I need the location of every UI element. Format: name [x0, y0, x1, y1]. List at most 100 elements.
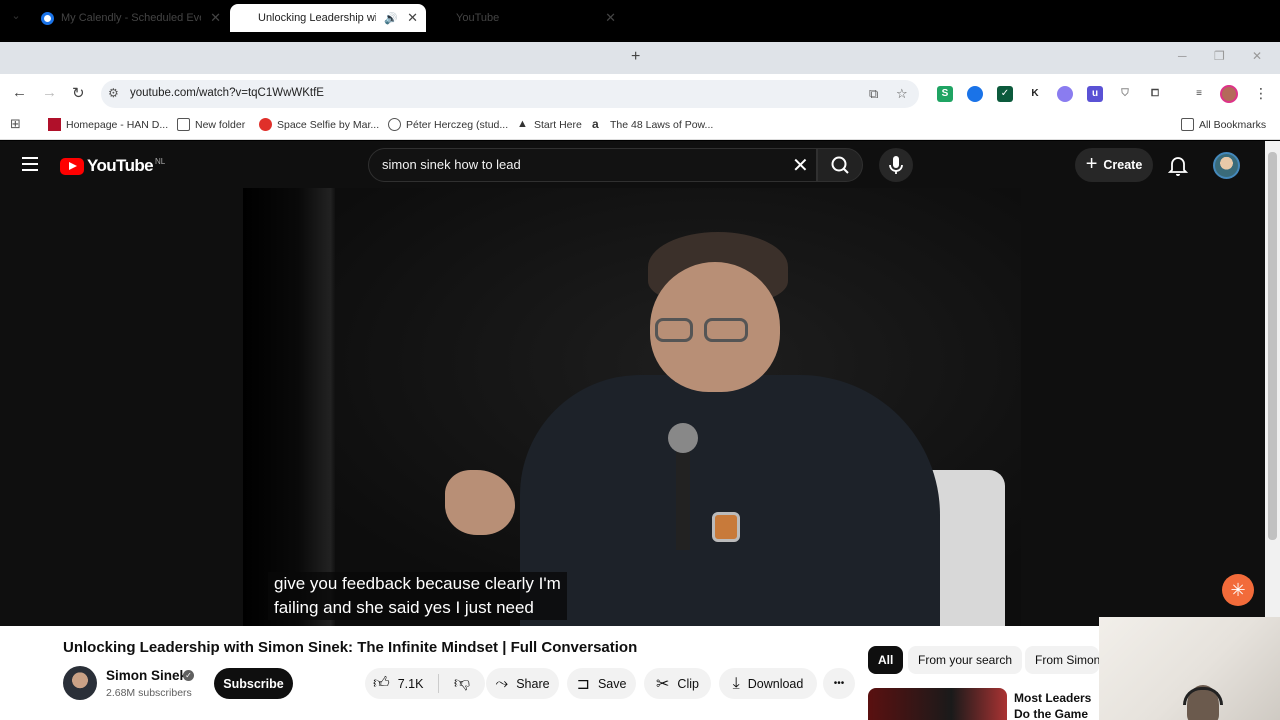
recommended-thumbnail[interactable] [868, 688, 1007, 720]
video-glasses [655, 318, 693, 342]
bookmark-folder[interactable]: New folder [177, 118, 245, 131]
bell-icon [1167, 157, 1189, 176]
bookmark-label: The 48 Laws of Pow... [610, 118, 714, 131]
filter-chip-from-simon[interactable]: From Simon [1025, 646, 1099, 674]
search-icon [831, 156, 849, 174]
search-button[interactable] [817, 148, 863, 182]
region-code: NL [155, 156, 166, 166]
verified-check-icon: ✓ [183, 670, 194, 681]
globe-icon [388, 118, 401, 131]
install-app-icon[interactable]: ⧉ [869, 86, 878, 102]
tab-youtube[interactable]: YouTube ✕ [428, 4, 624, 166]
video-speaker-body [520, 375, 940, 635]
bookmark-icon: ⊐ [576, 675, 590, 693]
video-microphone-head [668, 423, 698, 453]
tab-title: My Calendly - Scheduled Event [61, 12, 201, 24]
all-bookmarks[interactable]: All Bookmarks [1181, 118, 1266, 131]
extension-k-icon[interactable]: K [1027, 86, 1043, 102]
filter-chip-all[interactable]: All [868, 646, 904, 674]
search-query[interactable]: simon sinek how to lead [382, 157, 521, 172]
extension-u-icon[interactable]: u [1087, 86, 1103, 102]
url-text[interactable]: youtube.com/watch?v=tqC1WwWKtfE [130, 87, 324, 99]
share-button[interactable]: ⤳ Share [486, 668, 559, 699]
extension-circle-icon[interactable] [967, 86, 983, 102]
extension-check-icon[interactable]: ✓ [997, 86, 1013, 102]
extensions-puzzle-icon[interactable]: ⧠ [1147, 86, 1163, 102]
scissors-icon: ✂ [656, 675, 670, 693]
bookmark-label: Homepage - HAN D... [66, 118, 169, 131]
reload-icon[interactable]: ↻ [72, 84, 85, 102]
voice-search-button[interactable] [879, 148, 913, 182]
forward-icon[interactable]: → [42, 84, 57, 101]
space-selfie-icon [259, 118, 272, 131]
clip-button[interactable]: ✂ Clip [644, 668, 711, 699]
channel-avatar[interactable] [63, 666, 97, 700]
youtube-logo[interactable]: YouTube NL [60, 156, 165, 176]
save-button[interactable]: ⊐ Save [567, 668, 636, 699]
site-info-icon[interactable]: ⚙ [108, 86, 122, 100]
headset-icon [1183, 687, 1223, 705]
amazon-icon: a [592, 117, 599, 131]
video-title: Unlocking Leadership with Simon Sinek: T… [63, 639, 638, 656]
screen: ⌄ My Calendly - Scheduled Event ✕ Unlock… [0, 0, 1280, 720]
new-tab-icon[interactable]: + [631, 48, 640, 66]
clear-search-icon[interactable]: ✕ [792, 153, 809, 178]
bookmark-item[interactable]: Space Selfie by Mar... [259, 118, 379, 131]
download-button[interactable]: ⤓ Download [719, 668, 817, 699]
media-control-icon[interactable]: ≡ [1191, 86, 1207, 102]
floating-action-icon[interactable]: ✳ [1222, 574, 1254, 606]
video-watch [712, 512, 740, 542]
close-tab-icon[interactable]: ✕ [407, 10, 418, 26]
triangle-icon: ▲ [517, 118, 528, 130]
close-tab-icon[interactable]: ✕ [210, 10, 221, 26]
share-icon: ⤳ [495, 674, 509, 692]
apps-grid-icon[interactable]: ⊞ [10, 116, 21, 132]
calendly-favicon-icon [41, 11, 54, 25]
minimize-icon[interactable]: ─ [1178, 49, 1187, 63]
bookmark-item[interactable]: Homepage - HAN D... [48, 118, 168, 131]
close-tab-icon[interactable]: ✕ [605, 10, 616, 26]
shield-icon[interactable]: ⛉ [1117, 86, 1133, 102]
tab-calendly[interactable]: My Calendly - Scheduled Event ✕ [33, 4, 229, 32]
bookmark-star-icon[interactable]: ☆ [896, 86, 908, 102]
bookmark-item[interactable]: ▲ Start Here [516, 118, 582, 131]
all-bookmarks-label: All Bookmarks [1199, 118, 1267, 131]
more-actions-button[interactable]: ••• [823, 668, 855, 699]
subscriber-count: 2.68M subscribers [106, 687, 192, 699]
bookmark-item[interactable]: Péter Herczeg (stud... [388, 118, 508, 131]
han-icon [48, 118, 61, 131]
bookmark-item[interactable]: a The 48 Laws of Pow... [592, 118, 713, 131]
restore-icon[interactable]: ❐ [1214, 49, 1225, 63]
thumbs-up-icon[interactable]: 👍︎ [373, 674, 390, 693]
like-count[interactable]: 7.1K [398, 677, 424, 691]
download-icon: ⤓ [732, 674, 740, 692]
profile-avatar[interactable] [1220, 85, 1238, 103]
tab-video[interactable]: Unlocking Leadership with 🔊 ✕ [230, 4, 426, 166]
tab-title: Unlocking Leadership with [258, 12, 376, 24]
channel-name[interactable]: Simon Sinek [106, 668, 187, 683]
filter-chip-from-search[interactable]: From your search [908, 646, 1023, 674]
save-label: Save [597, 676, 627, 691]
speaker-icon[interactable]: 🔊 [384, 12, 398, 25]
video-glasses [704, 318, 748, 342]
account-avatar[interactable] [1213, 152, 1240, 179]
menu-icon[interactable] [22, 157, 38, 175]
create-button[interactable]: + Create [1075, 148, 1153, 182]
chrome-menu-icon[interactable]: ⋮ [1254, 85, 1268, 102]
webcam-overlay [1099, 617, 1280, 720]
extension-purple-icon[interactable] [1057, 86, 1073, 102]
download-label: Download [747, 676, 804, 691]
back-icon[interactable]: ← [12, 84, 27, 101]
logo-text: YouTube [87, 156, 154, 175]
tab-search-dropdown-icon[interactable]: ⌄ [6, 7, 26, 25]
extension-s-icon[interactable]: S [937, 86, 953, 102]
create-label: Create [1103, 158, 1143, 172]
notifications-button[interactable] [1167, 155, 1189, 182]
scrollbar-thumb[interactable] [1268, 152, 1277, 540]
more-icon: ••• [833, 678, 845, 689]
subscribe-button[interactable]: Subscribe [214, 668, 293, 699]
dislike-button[interactable]: 👎︎ [442, 668, 482, 699]
bookmark-label: Space Selfie by Mar... [277, 118, 380, 131]
close-window-icon[interactable]: ✕ [1252, 49, 1262, 63]
recommended-title[interactable]: Most Leaders Do the Game They'r [1014, 690, 1099, 720]
